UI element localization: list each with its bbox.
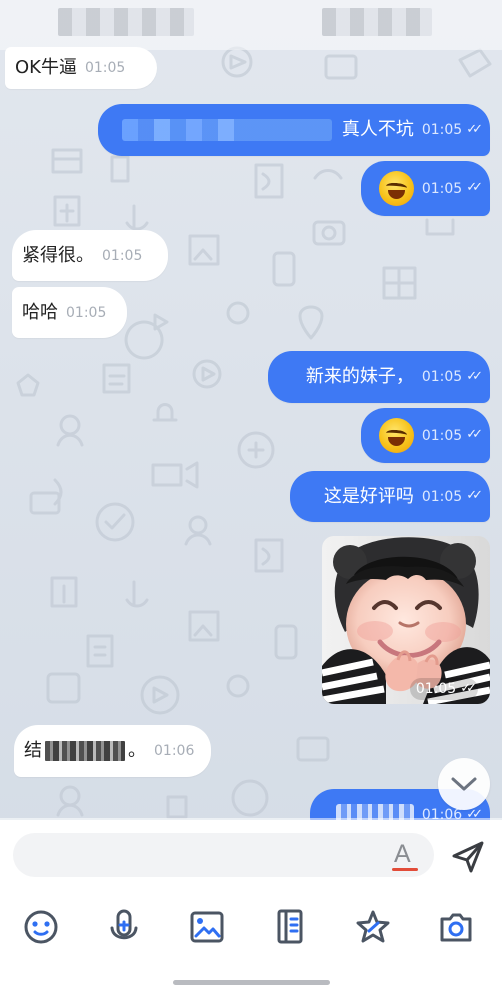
blurred-message-text	[45, 741, 125, 761]
voice-icon	[110, 909, 138, 940]
message-text: 紧得很。	[22, 244, 94, 266]
laughing-face-emoji-icon	[378, 418, 414, 453]
blurred-message-text	[121, 119, 332, 141]
text-format-underline	[392, 868, 418, 871]
incoming-message[interactable]: OK牛逼 01:05	[5, 47, 157, 89]
read-check-icon: ✓✓	[466, 121, 483, 137]
image-icon	[190, 911, 224, 943]
message-time: 01:05	[421, 488, 463, 505]
outgoing-message[interactable]: 真人不坑 01:05 ✓✓	[98, 104, 490, 156]
message-time: 01:05	[421, 369, 463, 385]
read-check-icon: ✓✓	[466, 368, 483, 384]
message-text: 。	[128, 740, 146, 761]
incoming-message[interactable]: 结 。 01:06	[14, 725, 211, 777]
text-format-label: A	[394, 840, 411, 868]
incoming-message[interactable]: 紧得很。 01:05	[12, 230, 168, 281]
incoming-message[interactable]: 哈哈 01:05	[12, 287, 127, 338]
message-text: 结	[24, 740, 42, 761]
message-list[interactable]: OK牛逼 01:05 真人不坑 01:05 ✓✓ 01:05 ✓✓ 紧得很。 0…	[0, 0, 502, 820]
message-time: 01:05	[421, 122, 463, 138]
read-check-icon: ✓✓	[460, 680, 477, 696]
text-format-icon[interactable]: A	[392, 840, 418, 871]
message-time: 01:05	[421, 180, 463, 197]
message-text: OK牛逼	[15, 57, 77, 78]
outgoing-message[interactable]: 01:05 ✓✓	[361, 408, 490, 463]
emoji-icon	[24, 910, 58, 944]
message-text: 这是好评吗	[323, 485, 414, 507]
message-time: 01:05	[84, 60, 126, 76]
read-check-icon: ✓✓	[466, 180, 483, 195]
read-check-icon: ✓✓	[466, 427, 483, 442]
note-button[interactable]	[270, 907, 310, 947]
message-time: 01:05	[102, 247, 143, 264]
message-time: 01:05	[415, 681, 457, 697]
paper-plane-icon	[452, 841, 484, 873]
message-time: 01:05	[421, 427, 463, 444]
photo-message[interactable]: 01:05 ✓✓	[322, 536, 490, 704]
message-text: 真人不坑	[341, 119, 414, 140]
message-text: 新来的妹子，	[305, 366, 414, 387]
outgoing-message[interactable]: 这是好评吗 01:05 ✓✓	[290, 471, 490, 522]
message-input[interactable]: A	[13, 833, 434, 877]
star-icon	[356, 910, 390, 943]
image-button[interactable]	[187, 907, 227, 947]
chevron-down-icon	[451, 777, 477, 791]
composer-toolbar	[0, 900, 502, 976]
home-indicator	[173, 980, 330, 985]
message-time: 01:05	[66, 304, 107, 321]
chat-screen: OK牛逼 01:05 真人不坑 01:05 ✓✓ 01:05 ✓✓ 紧得很。 0…	[0, 0, 502, 1000]
laughing-face-emoji-icon	[378, 171, 414, 206]
send-button[interactable]	[448, 837, 488, 877]
message-composer: A	[0, 820, 502, 1000]
favorite-button[interactable]	[353, 907, 393, 947]
note-icon	[277, 909, 303, 944]
read-check-icon: ✓✓	[466, 488, 483, 503]
voice-button[interactable]	[104, 907, 144, 947]
message-time: 01:06	[154, 743, 195, 759]
outgoing-message[interactable]: 01:05 ✓✓	[361, 161, 490, 216]
camera-icon	[440, 913, 472, 942]
outgoing-message[interactable]: 新来的妹子， 01:05 ✓✓	[268, 351, 490, 403]
scroll-to-bottom-button[interactable]	[438, 758, 490, 810]
emoji-button[interactable]	[21, 907, 61, 947]
photo-time-overlay: 01:05 ✓✓	[409, 678, 478, 700]
message-text: 哈哈	[22, 301, 58, 323]
camera-button[interactable]	[436, 907, 476, 947]
